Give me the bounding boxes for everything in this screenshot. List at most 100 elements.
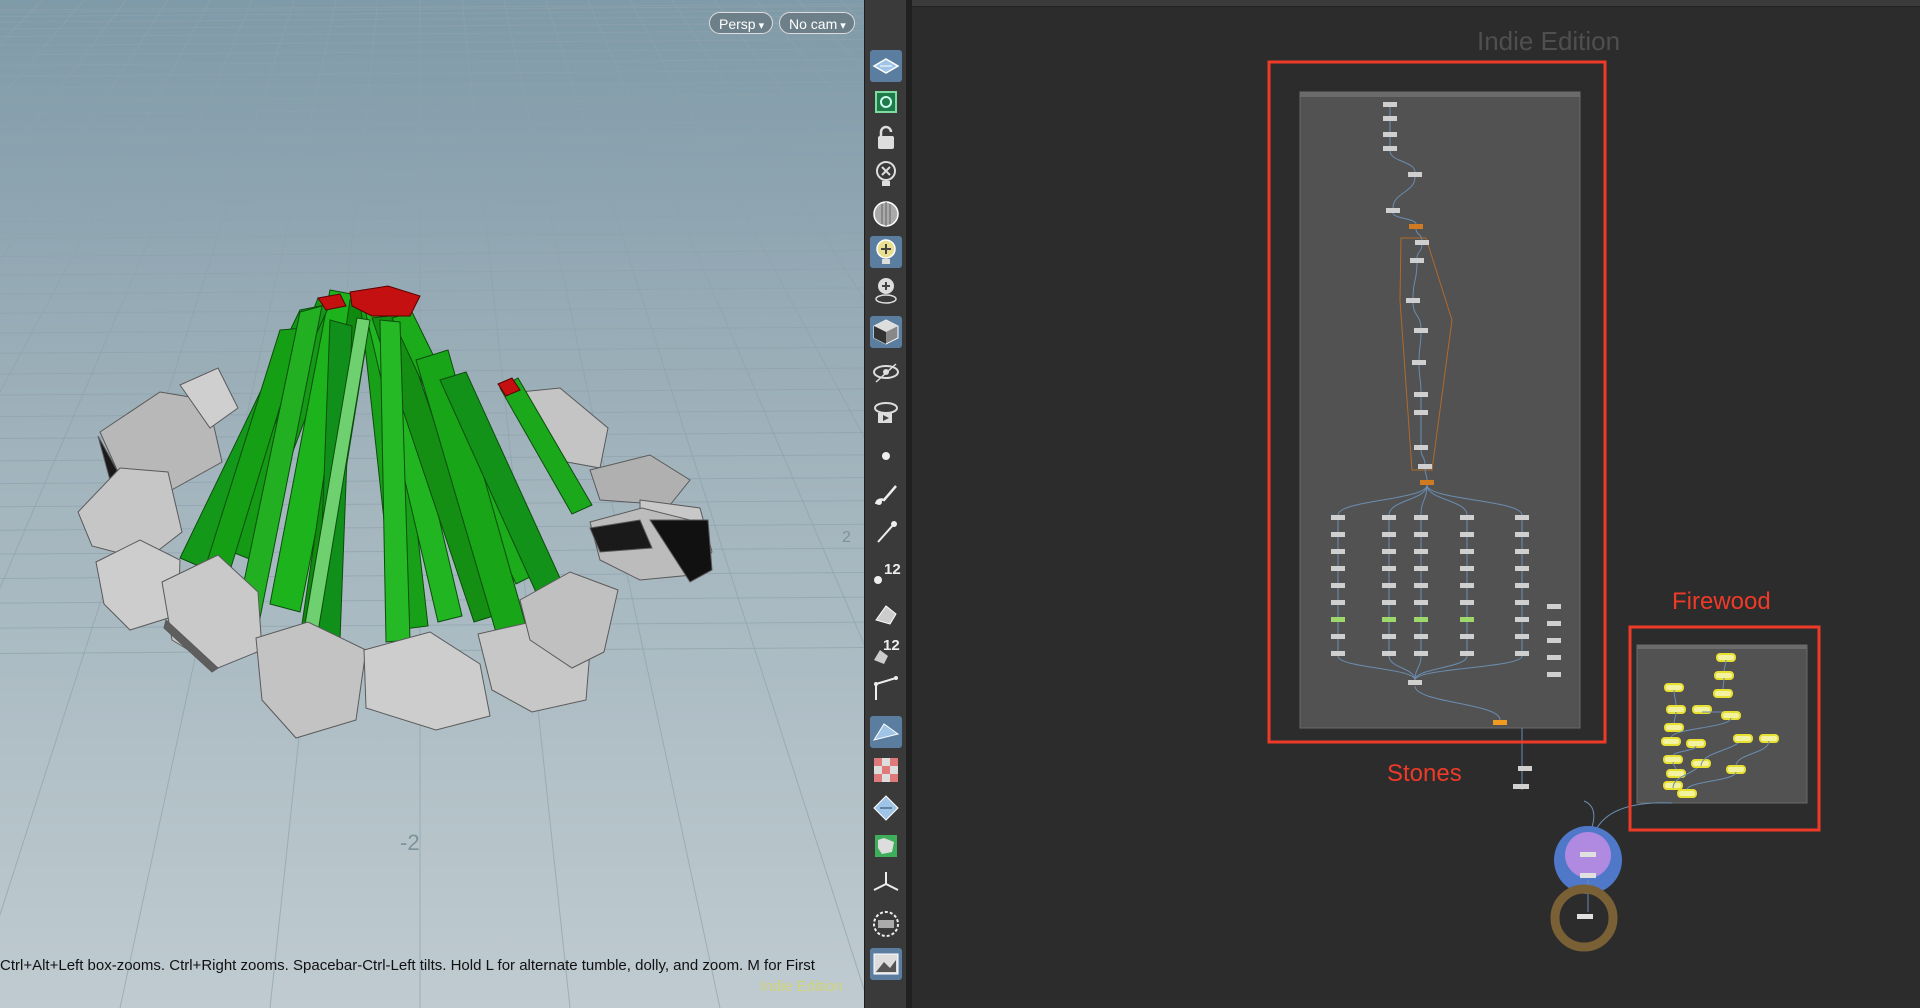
firewood-node[interactable] — [1664, 683, 1684, 692]
stones-branch-node[interactable] — [1460, 515, 1474, 520]
point-display-button[interactable] — [870, 440, 902, 472]
stones-node[interactable] — [1412, 360, 1426, 365]
stones-branch-node[interactable] — [1515, 583, 1529, 588]
stones-branch-node[interactable] — [1331, 651, 1345, 656]
stones-branch-node[interactable] — [1414, 600, 1428, 605]
stones-branch-node[interactable] — [1382, 566, 1396, 571]
scene-viewport[interactable]: 20-2 — [0, 0, 864, 1008]
stones-branch-node[interactable] — [1414, 515, 1428, 520]
stones-branch-node[interactable] — [1331, 617, 1345, 622]
firewood-node[interactable] — [1726, 765, 1746, 774]
stones-branch-node[interactable] — [1382, 617, 1396, 622]
stones-node[interactable] — [1383, 116, 1397, 121]
stones-node[interactable] — [1414, 328, 1428, 333]
firewood-node[interactable] — [1677, 789, 1697, 798]
stones-branch-node[interactable] — [1547, 655, 1561, 660]
stones-output-node[interactable] — [1493, 720, 1507, 725]
stones-branch-node[interactable] — [1460, 651, 1474, 656]
firewood-node[interactable] — [1733, 734, 1753, 743]
stones-branch-node[interactable] — [1460, 617, 1474, 622]
firewood-node[interactable] — [1716, 653, 1736, 662]
pen-button[interactable] — [870, 516, 902, 548]
snapping-button[interactable] — [870, 86, 902, 118]
firewood-node[interactable] — [1661, 737, 1681, 746]
stones-node[interactable] — [1383, 132, 1397, 137]
stones-branch-node[interactable] — [1515, 566, 1529, 571]
firewood-node[interactable] — [1759, 734, 1779, 743]
stones-branch-node[interactable] — [1547, 604, 1561, 609]
stones-branch-node[interactable] — [1515, 515, 1529, 520]
texture-checker-button[interactable] — [870, 754, 902, 786]
stones-branch-node[interactable] — [1414, 583, 1428, 588]
stones-node[interactable] — [1386, 208, 1400, 213]
stones-node[interactable] — [1418, 464, 1432, 469]
stones-branch-node[interactable] — [1460, 549, 1474, 554]
lock-camera-button[interactable] — [870, 122, 902, 154]
point-numbers-button[interactable]: 12 — [870, 556, 902, 588]
firewood-node[interactable] — [1713, 689, 1733, 698]
stones-branch-node[interactable] — [1460, 566, 1474, 571]
stones-branch-node[interactable] — [1382, 532, 1396, 537]
hide-light-button[interactable] — [870, 158, 902, 190]
stones-branch-node[interactable] — [1331, 634, 1345, 639]
stones-branch-node[interactable] — [1382, 549, 1396, 554]
stones-branch-node[interactable] — [1382, 600, 1396, 605]
stones-node[interactable] — [1414, 445, 1428, 450]
firewood-node[interactable] — [1721, 711, 1741, 720]
brush-button[interactable] — [870, 478, 902, 510]
stones-branch-node[interactable] — [1414, 566, 1428, 571]
stones-merge-node[interactable] — [1408, 680, 1422, 685]
stones-branch-node[interactable] — [1460, 600, 1474, 605]
render-view-button[interactable] — [870, 396, 902, 428]
stones-node[interactable] — [1408, 172, 1422, 177]
stones-branch-node[interactable] — [1515, 600, 1529, 605]
stones-branch-node[interactable] — [1414, 532, 1428, 537]
stones-branch-node[interactable] — [1547, 621, 1561, 626]
stones-node[interactable] — [1383, 102, 1397, 107]
primitive-display-button[interactable] — [870, 596, 902, 628]
stones-branch-node[interactable] — [1414, 549, 1428, 554]
uv-display-button[interactable] — [870, 792, 902, 824]
smooth-shaded-button[interactable] — [870, 316, 902, 348]
output-node[interactable] — [1577, 914, 1593, 919]
firewood-node[interactable] — [1664, 723, 1684, 732]
stones-branch-node[interactable] — [1414, 617, 1428, 622]
shading-mode-button[interactable] — [870, 198, 902, 230]
stones-node[interactable] — [1414, 410, 1428, 415]
stones-node[interactable] — [1406, 298, 1420, 303]
stones-branch-node[interactable] — [1382, 651, 1396, 656]
stones-node[interactable] — [1414, 392, 1428, 397]
stones-node[interactable] — [1410, 258, 1424, 263]
stones-branch-node[interactable] — [1460, 532, 1474, 537]
stones-branch-node[interactable] — [1331, 566, 1345, 571]
headlight-button[interactable] — [870, 274, 902, 306]
stones-node[interactable] — [1383, 146, 1397, 151]
stones-node[interactable] — [1409, 224, 1423, 229]
visibility-button[interactable] — [870, 356, 902, 388]
stones-branch-node[interactable] — [1515, 532, 1529, 537]
stones-branch-node[interactable] — [1547, 672, 1561, 677]
background-image-button[interactable] — [870, 948, 902, 980]
stones-branch-node[interactable] — [1547, 638, 1561, 643]
edge-display-button[interactable] — [870, 672, 902, 704]
stones-branch-node[interactable] — [1515, 651, 1529, 656]
normals-button[interactable] — [870, 716, 902, 748]
grid-display-button[interactable] — [870, 830, 902, 862]
lighting-button[interactable] — [870, 236, 902, 268]
stones-branch-node[interactable] — [1460, 634, 1474, 639]
firewood-node[interactable] — [1666, 705, 1686, 714]
display-options-button[interactable] — [870, 50, 902, 82]
stones-branch-node[interactable] — [1515, 617, 1529, 622]
stones-branch-node[interactable] — [1382, 515, 1396, 520]
stones-branch-node[interactable] — [1515, 634, 1529, 639]
stones-branch-node[interactable] — [1382, 634, 1396, 639]
stones-branch-node[interactable] — [1414, 651, 1428, 656]
stones-branch-node[interactable] — [1331, 600, 1345, 605]
stones-branch-node[interactable] — [1331, 532, 1345, 537]
stones-branch-node[interactable] — [1414, 634, 1428, 639]
stones-node[interactable] — [1420, 480, 1434, 485]
stones-branch-node[interactable] — [1382, 583, 1396, 588]
background-display-button[interactable] — [870, 908, 902, 940]
stones-branch-node[interactable] — [1460, 583, 1474, 588]
stones-branch-node[interactable] — [1331, 549, 1345, 554]
